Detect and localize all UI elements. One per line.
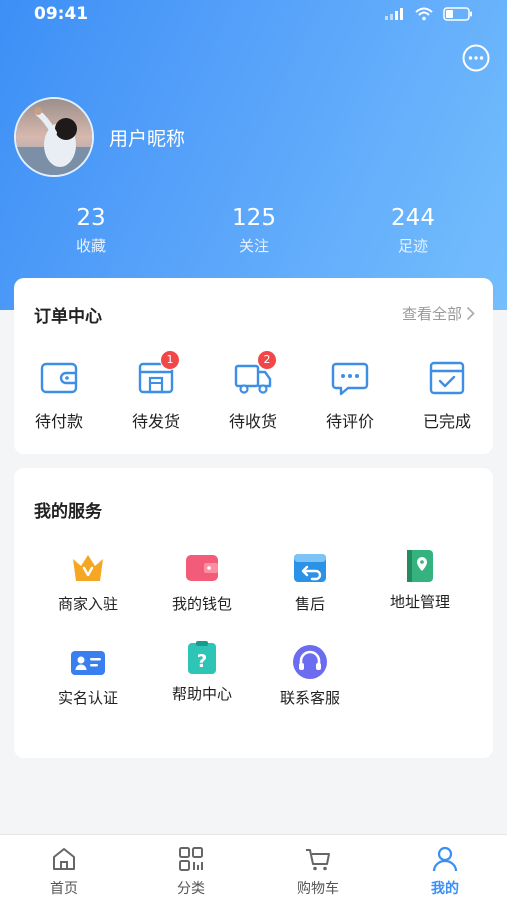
- wallet-icon: [186, 555, 218, 581]
- service-label: 帮助中心: [171, 685, 232, 703]
- status-time: 09:41: [34, 4, 89, 24]
- stat-following[interactable]: 125 关注: [199, 205, 309, 256]
- order-label: 待发货: [131, 412, 180, 431]
- service-label: 售后: [294, 595, 325, 613]
- order-label: 待付款: [34, 412, 83, 431]
- stat-label: 关注: [238, 237, 269, 255]
- stat-value: 244: [391, 205, 435, 231]
- service-contact-support[interactable]: 联系客服: [255, 644, 365, 708]
- tab-category[interactable]: 分类: [151, 845, 231, 898]
- stat-label: 收藏: [75, 237, 106, 255]
- order-count-badge: 1: [160, 350, 180, 370]
- tab-cart[interactable]: 购物车: [278, 845, 358, 898]
- stat-footprints[interactable]: 244 足迹: [358, 205, 468, 256]
- service-merchant-join[interactable]: 商家入驻: [33, 550, 143, 614]
- order-to-receive[interactable]: 2 待收货: [208, 350, 298, 432]
- order-completed[interactable]: 已完成: [402, 358, 492, 432]
- signal-icon: [385, 8, 403, 20]
- order-label: 待评价: [325, 412, 374, 431]
- tab-label: 首页: [50, 881, 78, 897]
- stat-label: 足迹: [397, 237, 428, 255]
- stat-favorites[interactable]: 23 收藏: [36, 205, 146, 256]
- svg-text:?: ?: [197, 651, 207, 672]
- stat-value: 23: [76, 205, 106, 231]
- tab-label: 购物车: [297, 881, 339, 897]
- order-to-ship[interactable]: 1 待发货: [111, 350, 201, 432]
- message-button[interactable]: [461, 43, 491, 73]
- my-services-title: 我的服务: [34, 502, 102, 522]
- wallet-icon: [40, 362, 78, 394]
- nickname[interactable]: 用户昵称: [109, 124, 185, 151]
- status-bar: 09:41: [0, 0, 507, 30]
- profile-header: 09:41 用户昵称 23 收藏 125 关注 244 足迹: [0, 0, 507, 310]
- battery-icon: [443, 7, 472, 21]
- service-after-sales[interactable]: 售后: [255, 550, 365, 614]
- view-all-label: 查看全部: [401, 305, 462, 323]
- service-real-name-auth[interactable]: 实名认证: [33, 644, 143, 708]
- chat-bubble-icon: [462, 44, 490, 72]
- cart-icon: [306, 849, 330, 871]
- service-label: 我的钱包: [171, 595, 232, 613]
- order-to-review[interactable]: 待评价: [305, 358, 395, 432]
- stat-value: 125: [232, 205, 276, 231]
- view-all-orders-link[interactable]: 查看全部: [402, 303, 475, 324]
- id-card-icon: [71, 651, 105, 675]
- order-center-card: 订单中心 查看全部 待付款 1 待发货 2 待收货 待评价 已完成: [14, 278, 493, 454]
- return-icon: [294, 554, 326, 582]
- tab-label: 我的: [431, 881, 459, 897]
- user-icon: [432, 846, 458, 872]
- category-icon: [179, 847, 203, 871]
- service-label: 联系客服: [279, 689, 340, 707]
- avatar-photo: [16, 99, 92, 175]
- home-icon: [53, 848, 75, 870]
- service-my-wallet[interactable]: 我的钱包: [147, 550, 257, 614]
- status-icons: [385, 7, 473, 21]
- comment-icon: [331, 362, 369, 396]
- tab-home[interactable]: 首页: [24, 845, 104, 898]
- chevron-right-icon: [466, 306, 475, 321]
- service-label: 实名认证: [57, 689, 118, 707]
- order-count-badge: 2: [257, 350, 277, 370]
- crown-icon: [73, 555, 103, 581]
- wifi-icon: [415, 7, 433, 21]
- check-calendar-icon: [429, 361, 465, 395]
- service-help-center[interactable]: ? 帮助中心: [147, 640, 257, 704]
- headset-icon: [293, 645, 327, 679]
- service-label: 地址管理: [389, 593, 450, 611]
- service-label: 商家入驻: [57, 595, 118, 613]
- bottom-tab-bar: 首页 分类 购物车 我的: [0, 834, 507, 901]
- order-pending-payment[interactable]: 待付款: [14, 358, 104, 432]
- tab-label: 分类: [177, 881, 205, 897]
- order-label: 待收货: [228, 412, 277, 431]
- service-address-manage[interactable]: 地址管理: [365, 548, 475, 612]
- help-icon: ?: [188, 641, 216, 674]
- my-services-card: 我的服务 商家入驻 我的钱包 售后 地址管理 实名认证 ? 帮助中心 联系客服: [14, 468, 493, 758]
- tab-mine[interactable]: 我的: [405, 845, 485, 898]
- avatar[interactable]: [14, 97, 94, 177]
- order-label: 已完成: [422, 412, 471, 431]
- order-center-title: 订单中心: [34, 307, 102, 327]
- address-book-icon: [407, 550, 433, 582]
